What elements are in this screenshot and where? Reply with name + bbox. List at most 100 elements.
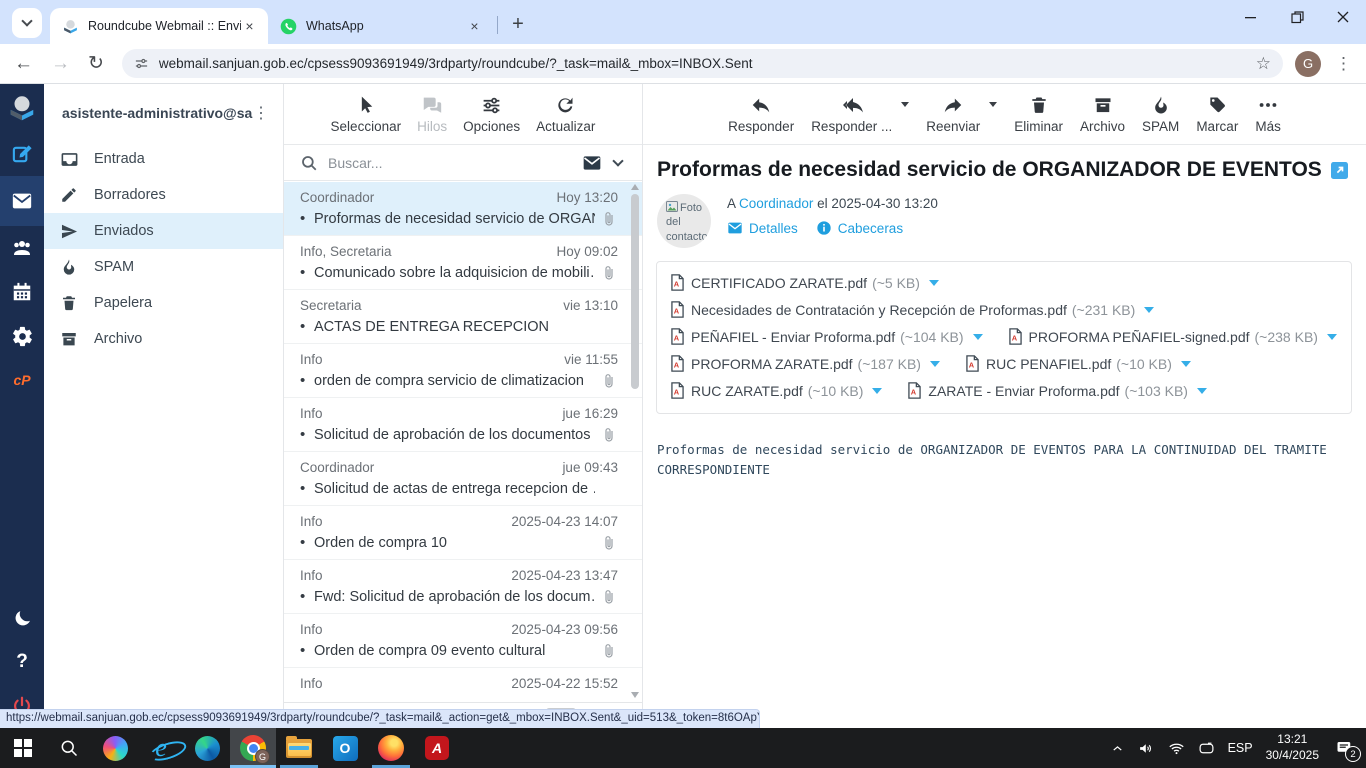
message-list-item[interactable]: Coordinador jue 09:43 • Solicitud de act… bbox=[284, 452, 642, 506]
attachment-item[interactable]: APROFORMA PEÑAFIEL-signed.pdf(~238 KB) bbox=[1009, 328, 1337, 345]
message-list-item[interactable]: Info 2025-04-23 13:47 • Fwd: Solicitud d… bbox=[284, 560, 642, 614]
tray-chevron-up-icon[interactable] bbox=[1110, 741, 1125, 756]
attachment-item[interactable]: AZARATE - Enviar Proforma.pdf(~103 KB) bbox=[908, 382, 1207, 399]
folder-archivo[interactable]: Archivo bbox=[44, 321, 283, 357]
forward-menu-caret[interactable] bbox=[989, 102, 997, 107]
search-scope-mail-icon[interactable] bbox=[582, 153, 602, 173]
url-text[interactable]: webmail.sanjuan.gob.ec/cpsess9093691949/… bbox=[159, 56, 1248, 71]
window-minimize-button[interactable] bbox=[1228, 0, 1274, 34]
mark-button[interactable]: Marcar bbox=[1196, 94, 1238, 134]
volume-icon[interactable] bbox=[1138, 740, 1155, 757]
taskbar-search-button[interactable] bbox=[46, 728, 92, 768]
tab-search-button[interactable] bbox=[12, 8, 42, 38]
cpanel-icon[interactable]: cP bbox=[0, 358, 44, 402]
attachment-item[interactable]: APEÑAFIEL - Enviar Proforma.pdf(~104 KB) bbox=[671, 328, 983, 345]
message-list-item[interactable]: Info vie 11:55 • orden de compra servici… bbox=[284, 344, 642, 398]
language-indicator[interactable]: ESP bbox=[1228, 741, 1253, 755]
help-icon[interactable]: ? bbox=[0, 640, 44, 684]
threads-button[interactable]: Hilos bbox=[417, 94, 447, 134]
browser-tab-roundcube[interactable]: Roundcube Webmail :: Enviados × bbox=[50, 8, 268, 44]
notifications-button[interactable]: 2 bbox=[1336, 739, 1354, 757]
browser-profile-avatar[interactable]: G bbox=[1295, 51, 1321, 77]
list-scrollbar[interactable] bbox=[630, 184, 640, 698]
bookmark-star-icon[interactable]: ☆ bbox=[1256, 54, 1271, 74]
tab-close-icon[interactable]: × bbox=[466, 18, 483, 35]
browser-menu-button[interactable]: ⋮ bbox=[1335, 54, 1352, 74]
window-maximize-button[interactable] bbox=[1274, 0, 1320, 34]
folder-spam[interactable]: SPAM bbox=[44, 249, 283, 285]
attachment-menu-caret[interactable] bbox=[1181, 361, 1191, 367]
recipient-link[interactable]: Coordinador bbox=[739, 196, 813, 211]
spam-button[interactable]: SPAM bbox=[1142, 94, 1179, 134]
folder-borradores[interactable]: Borradores bbox=[44, 177, 283, 213]
attachment-item[interactable]: APROFORMA ZARATE.pdf(~187 KB) bbox=[671, 355, 940, 372]
search-options-chevron-icon[interactable] bbox=[612, 155, 623, 166]
reply-all-menu-caret[interactable] bbox=[901, 102, 909, 107]
folder-papelera[interactable]: Papelera bbox=[44, 285, 283, 321]
options-button[interactable]: Opciones bbox=[463, 94, 520, 134]
browser-tab-whatsapp[interactable]: WhatsApp × bbox=[268, 8, 493, 44]
headers-link[interactable]: Cabeceras bbox=[816, 220, 903, 236]
attachment-menu-caret[interactable] bbox=[930, 361, 940, 367]
forward-button[interactable]: Reenviar bbox=[926, 94, 980, 134]
attachment-menu-caret[interactable] bbox=[872, 388, 882, 394]
edge-button[interactable] bbox=[184, 728, 230, 768]
attachment-menu-caret[interactable] bbox=[973, 334, 983, 340]
internet-explorer-button[interactable]: e bbox=[138, 728, 184, 768]
scroll-down-icon[interactable] bbox=[631, 692, 639, 698]
attachment-item[interactable]: ANecesidades de Contratación y Recepción… bbox=[671, 301, 1154, 318]
wifi-icon[interactable] bbox=[1168, 740, 1185, 757]
folder-entrada[interactable]: Entrada bbox=[44, 141, 283, 177]
outlook-button[interactable]: O bbox=[322, 728, 368, 768]
attachment-item[interactable]: ARUC ZARATE.pdf(~10 KB) bbox=[671, 382, 882, 399]
reply-button[interactable]: Responder bbox=[728, 94, 794, 134]
account-menu-icon[interactable]: ⋮ bbox=[253, 103, 269, 123]
attachment-menu-caret[interactable] bbox=[1327, 334, 1337, 340]
address-bar[interactable]: webmail.sanjuan.gob.ec/cpsess9093691949/… bbox=[122, 49, 1283, 78]
delete-button[interactable]: Eliminar bbox=[1014, 94, 1063, 134]
search-input[interactable] bbox=[328, 155, 578, 171]
message-list-item[interactable]: Info jue 16:29 • Solicitud de aprobación… bbox=[284, 398, 642, 452]
clock[interactable]: 13:21 30/4/2025 bbox=[1266, 732, 1319, 763]
attachment-item[interactable]: ACERTIFICADO ZARATE.pdf(~5 KB) bbox=[671, 274, 939, 291]
attachment-menu-caret[interactable] bbox=[929, 280, 939, 286]
message-list-item[interactable]: Info, Secretaria Hoy 09:02 • Comunicado … bbox=[284, 236, 642, 290]
reply-all-button[interactable]: Responder ... bbox=[811, 94, 892, 134]
back-button[interactable]: ← bbox=[14, 54, 33, 73]
open-in-new-window-icon[interactable] bbox=[1331, 162, 1348, 179]
select-button[interactable]: Seleccionar bbox=[331, 94, 402, 134]
refresh-button[interactable]: Actualizar bbox=[536, 94, 595, 134]
dark-mode-icon[interactable] bbox=[0, 596, 44, 640]
tab-close-icon[interactable]: × bbox=[241, 18, 258, 35]
reload-button[interactable]: ↻ bbox=[88, 54, 104, 73]
attachment-item[interactable]: ARUC PENAFIEL.pdf(~10 KB) bbox=[966, 355, 1191, 372]
details-link[interactable]: Detalles bbox=[727, 220, 798, 236]
contacts-nav-button[interactable] bbox=[0, 226, 44, 270]
folder-enviados[interactable]: Enviados bbox=[44, 213, 283, 249]
start-button[interactable] bbox=[0, 728, 46, 768]
more-button[interactable]: Más bbox=[1255, 94, 1281, 134]
message-list-item[interactable]: Info 2025-04-22 15:52 • bbox=[284, 668, 642, 702]
chrome-button[interactable]: G bbox=[230, 728, 276, 768]
scroll-up-icon[interactable] bbox=[631, 184, 639, 190]
forward-button[interactable]: → bbox=[51, 54, 70, 73]
attachment-menu-caret[interactable] bbox=[1197, 388, 1207, 394]
acrobat-button[interactable]: A bbox=[414, 728, 460, 768]
copilot-button[interactable] bbox=[92, 728, 138, 768]
settings-nav-button[interactable] bbox=[0, 314, 44, 358]
window-close-button[interactable] bbox=[1320, 0, 1366, 34]
file-explorer-button[interactable] bbox=[276, 728, 322, 768]
scrollbar-thumb[interactable] bbox=[631, 194, 639, 389]
archive-button[interactable]: Archivo bbox=[1080, 94, 1125, 134]
message-list-item[interactable]: Info 2025-04-23 09:56 • Orden de compra … bbox=[284, 614, 642, 668]
message-list-item[interactable]: Coordinador Hoy 13:20 • Proformas de nec… bbox=[284, 182, 642, 236]
site-settings-icon[interactable] bbox=[134, 56, 149, 71]
message-list-item[interactable]: Secretaria vie 13:10 • ACTAS DE ENTREGA … bbox=[284, 290, 642, 344]
attachment-menu-caret[interactable] bbox=[1144, 307, 1154, 313]
workspace-monitor-icon[interactable] bbox=[1198, 740, 1215, 757]
mail-nav-button[interactable] bbox=[0, 176, 44, 226]
firefox-button[interactable] bbox=[368, 728, 414, 768]
calendar-nav-button[interactable] bbox=[0, 270, 44, 314]
compose-button[interactable] bbox=[0, 132, 44, 176]
new-tab-button[interactable]: + bbox=[504, 10, 532, 38]
